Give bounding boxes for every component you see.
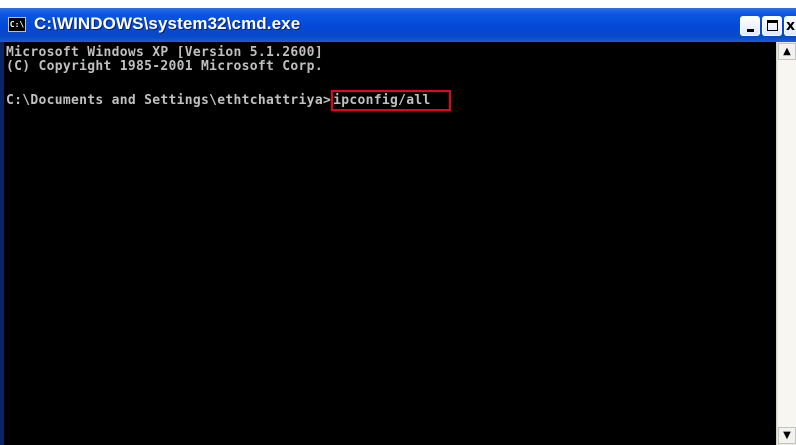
command-line: C:\Documents and Settings\ethtchattriya>… (6, 90, 451, 111)
prompt-text: C:\Documents and Settings\ethtchattriya> (6, 93, 332, 108)
console-line-version: Microsoft Windows XP [Version 5.1.2600] (6, 45, 323, 60)
console-line-copyright: (C) Copyright 1985-2001 Microsoft Corp. (6, 59, 323, 74)
scroll-down-button[interactable]: ▼ (778, 427, 796, 444)
maximize-button[interactable] (762, 16, 782, 36)
close-button[interactable]: x (784, 16, 796, 36)
top-strip (0, 0, 796, 8)
cmd-window: C:\ C:\WINDOWS\system32\cmd.exe x Micros… (0, 8, 796, 445)
minimize-icon (747, 29, 754, 32)
highlighted-command[interactable]: ipconfig/all (331, 90, 451, 111)
maximize-icon (767, 20, 778, 31)
title-bar[interactable]: C:\ C:\WINDOWS\system32\cmd.exe x (0, 8, 796, 42)
scroll-track[interactable] (778, 60, 796, 427)
cmd-icon[interactable]: C:\ (8, 17, 26, 32)
close-icon: x (785, 18, 796, 34)
console-output[interactable]: Microsoft Windows XP [Version 5.1.2600] … (4, 42, 776, 445)
minimize-button[interactable] (740, 16, 760, 36)
vertical-scrollbar[interactable]: ▲ ▼ (776, 42, 796, 445)
scroll-up-button[interactable]: ▲ (778, 43, 796, 60)
window-title: C:\WINDOWS\system32\cmd.exe (34, 14, 301, 33)
